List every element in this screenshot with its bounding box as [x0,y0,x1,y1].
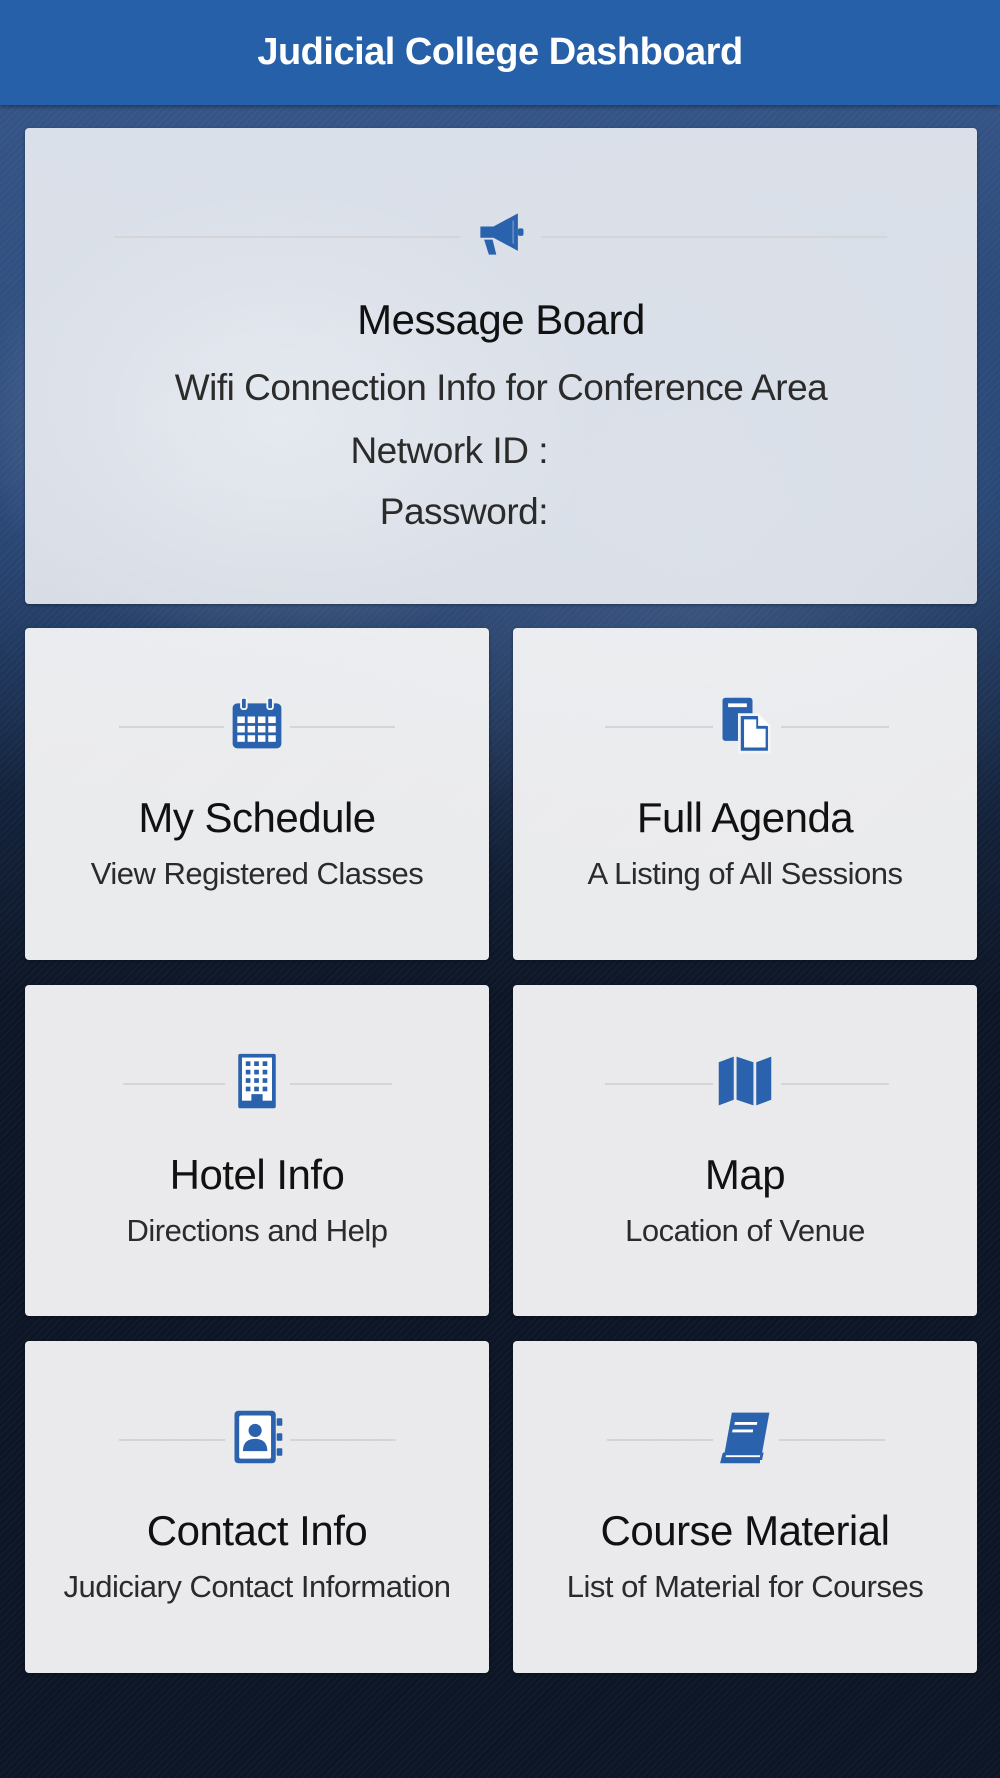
tile-title: Map [704,1151,786,1198]
megaphone-icon [469,202,533,266]
message-board-header [25,202,977,272]
tile-subtitle: Location of Venue [625,1213,865,1248]
divider-left [607,1439,713,1441]
tile-title: Course Material [600,1507,890,1554]
tile-title: Contact Info [146,1507,368,1554]
tile-subtitle: List of Material for Courses [566,1569,924,1604]
tile-subtitle: View Registered Classes [90,856,424,891]
book-icon [713,1405,777,1469]
map-tile[interactable]: Map Location of Venue [513,985,977,1316]
documents-icon [713,692,777,756]
message-board-card[interactable]: Message Board Wifi Connection Info for C… [25,128,977,604]
divider-right [290,1439,396,1441]
map-icon [713,1049,777,1113]
full-agenda-tile[interactable]: Full Agenda A Listing of All Sessions [513,628,977,960]
divider-right [781,726,889,728]
divider-left [119,1439,225,1441]
divider-right [779,1439,885,1441]
building-icon [225,1049,289,1113]
message-board-title: Message Board [357,296,645,343]
divider-right [781,1083,889,1085]
tile-title: Full Agenda [636,794,854,841]
hotel-info-tile[interactable]: Hotel Info Directions and Help [25,985,489,1316]
divider-left [119,726,224,728]
network-id-label: Network ID : [350,430,548,471]
divider-left [605,1083,713,1085]
divider-right [541,236,887,238]
password-label: Password: [379,491,549,532]
my-schedule-tile[interactable]: My Schedule View Registered Classes [25,628,489,960]
divider-left [114,236,460,238]
wifi-info-text: Wifi Connection Info for Conference Area [174,367,828,408]
divider-right [290,1083,392,1085]
tile-subtitle: A Listing of All Sessions [587,856,903,891]
course-material-tile[interactable]: Course Material List of Material for Cou… [513,1341,977,1673]
tile-title: My Schedule [138,794,376,841]
tile-title: Hotel Info [169,1151,345,1198]
tile-subtitle: Directions and Help [126,1213,388,1248]
divider-left [123,1083,225,1085]
divider-left [605,726,713,728]
app-header: Judicial College Dashboard [0,0,1000,105]
divider-right [290,726,395,728]
page-title: Judicial College Dashboard [257,31,743,73]
contact-info-tile[interactable]: Contact Info Judiciary Contact Informati… [25,1341,489,1673]
tile-subtitle: Judiciary Contact Information [63,1569,451,1604]
address-book-icon [225,1405,289,1469]
calendar-icon [225,692,289,756]
